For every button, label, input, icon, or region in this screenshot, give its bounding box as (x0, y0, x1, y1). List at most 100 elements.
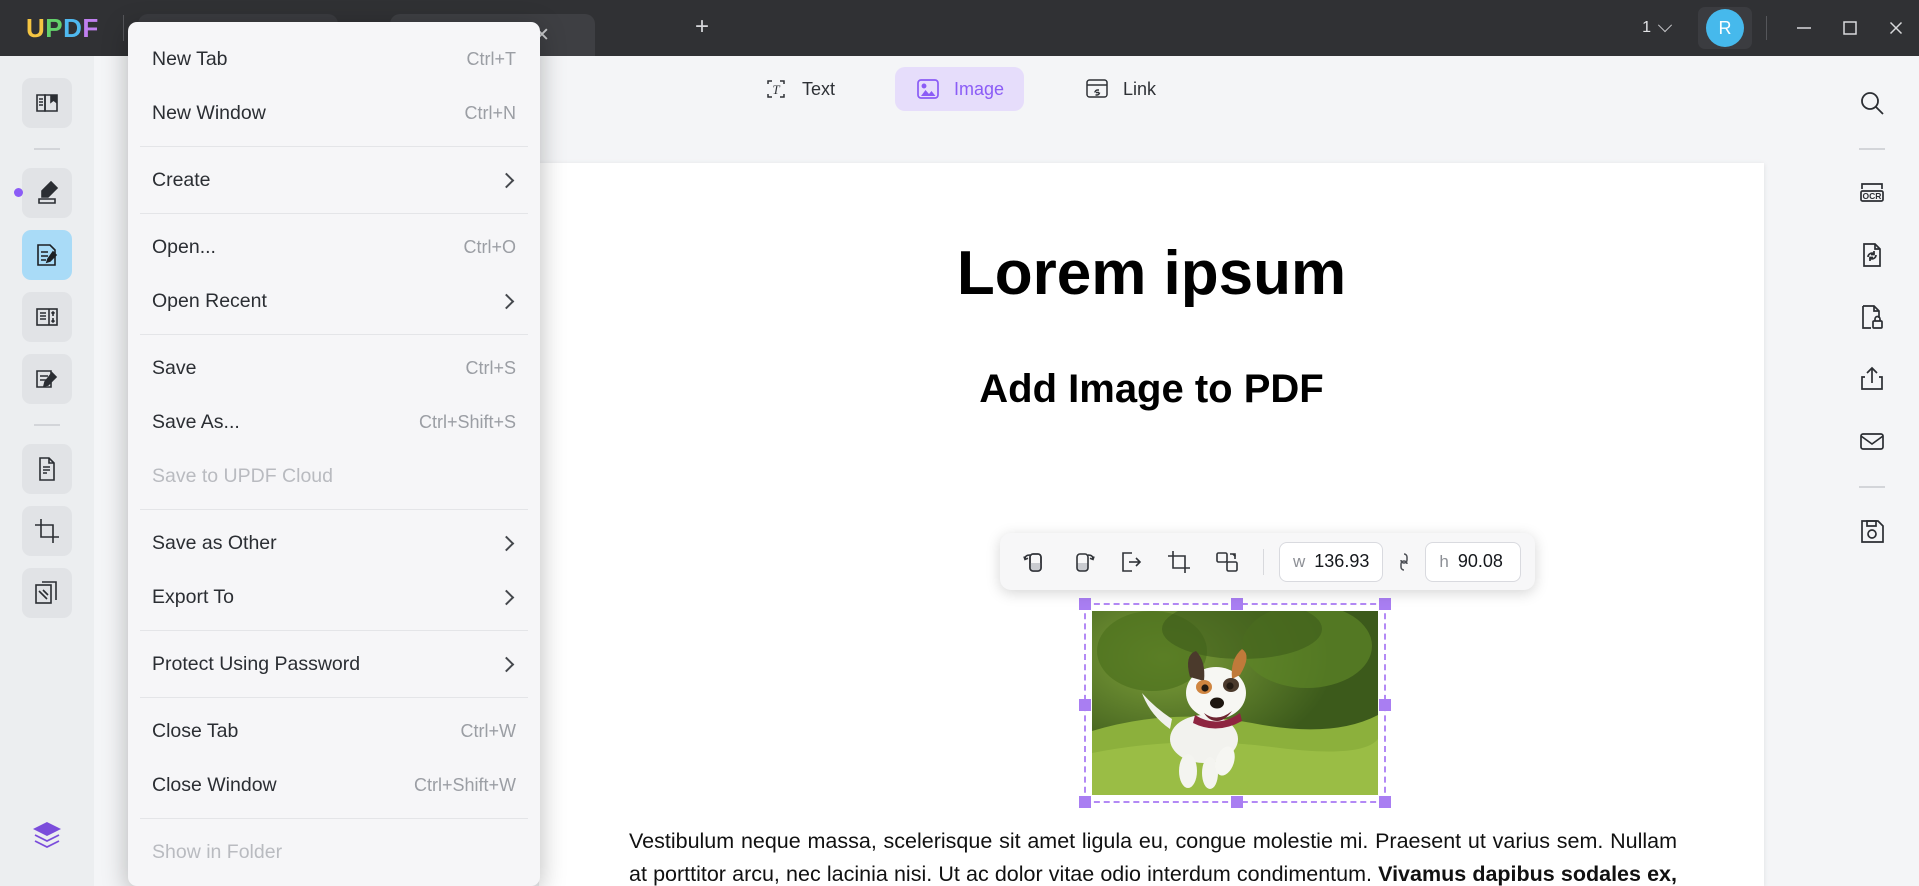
menu-divider (140, 509, 528, 510)
tool-image-label: Image (953, 78, 1004, 99)
width-label: w (1293, 551, 1306, 571)
menu-item-save[interactable]: Save Ctrl+S (128, 341, 540, 395)
menu-item-shortcut: Ctrl+W (460, 720, 517, 741)
extract-image-icon[interactable] (1110, 541, 1152, 583)
convert-icon[interactable] (1847, 230, 1897, 280)
menu-item-label: Save to UPDF Cloud (152, 464, 333, 487)
image-width-field[interactable]: w 136.93 (1279, 541, 1384, 582)
menu-item-close-tab[interactable]: Close Tab Ctrl+W (128, 704, 540, 758)
tool-image[interactable]: Image (894, 67, 1024, 111)
image-height-field[interactable]: h 90.08 (1425, 541, 1522, 582)
crop-icon[interactable] (1158, 541, 1200, 583)
menu-item-label: Save as Other (152, 531, 277, 554)
resize-handle-e[interactable] (1379, 699, 1391, 711)
sidebar-active-indicator (14, 188, 23, 197)
menu-item-create[interactable]: Create (128, 153, 540, 207)
menu-item-label: Create (152, 168, 211, 191)
rail-divider-2 (34, 424, 60, 426)
chain-link-icon[interactable] (1389, 551, 1419, 573)
protect-lock-icon[interactable] (1847, 292, 1897, 342)
menu-divider (140, 334, 528, 335)
resize-handle-nw[interactable] (1079, 598, 1091, 610)
menu-item-protect-using-password[interactable]: Protect Using Password (128, 637, 540, 691)
search-icon[interactable] (1847, 78, 1897, 128)
menu-item-label: Close Tab (152, 719, 239, 742)
file-menu: New Tab Ctrl+T New Window Ctrl+N Create Open.… (128, 22, 540, 886)
resize-handle-w[interactable] (1079, 699, 1091, 711)
rotate-left-icon[interactable] (1014, 541, 1056, 583)
rotate-right-icon[interactable] (1062, 541, 1104, 583)
sidebar-item-crop-page[interactable] (22, 506, 72, 556)
avatar: R (1706, 9, 1744, 47)
menu-item-label: New Tab (152, 47, 228, 70)
sidebar-item-fill-sign[interactable] (22, 354, 72, 404)
sidebar-item-reader[interactable] (22, 78, 72, 128)
menu-item-close-window[interactable]: Close Window Ctrl+Shift+W (128, 758, 540, 812)
menu-item-show-in-folder: Show in Folder (128, 825, 540, 879)
menu-item-new-window[interactable]: New Window Ctrl+N (128, 86, 540, 140)
svg-text:OCR: OCR (1863, 191, 1882, 201)
menu-item-label: Save (152, 356, 197, 379)
titlebar-divider (122, 15, 124, 41)
menu-divider (140, 818, 528, 819)
sidebar-item-comment[interactable] (22, 168, 72, 218)
menu-item-shortcut: Ctrl+T (466, 48, 517, 69)
menu-item-label: Export To (152, 585, 235, 608)
resize-handle-se[interactable] (1379, 796, 1391, 808)
resize-handle-s[interactable] (1231, 796, 1243, 808)
save-disk-icon[interactable] (1847, 506, 1897, 556)
menu-item-save-as-other[interactable]: Save as Other (128, 516, 540, 570)
share-icon[interactable] (1847, 354, 1897, 404)
updf-window: U P D F * ✕ + 1 R (0, 0, 1919, 886)
minimize-icon[interactable] (1781, 0, 1827, 56)
menu-divider (140, 630, 528, 631)
selected-image-container[interactable] (1079, 598, 1391, 808)
updf-logo: U P D F (26, 13, 99, 44)
image-selection-box (1079, 598, 1391, 808)
chevron-right-icon (498, 535, 515, 551)
menu-item-shortcut: Ctrl+Shift+S (418, 411, 516, 432)
resize-handle-n[interactable] (1231, 598, 1243, 610)
account-button[interactable]: R (1698, 7, 1752, 49)
toolbar-divider (1263, 548, 1264, 575)
height-label: h (1439, 551, 1449, 571)
logo-letter-u: U (26, 12, 46, 43)
email-icon[interactable] (1847, 416, 1897, 466)
menu-item-new-tab[interactable]: New Tab Ctrl+T (128, 32, 540, 86)
chevron-down-icon (1657, 18, 1673, 33)
image-edit-toolbar: w 136.93 h 90.08 (1000, 533, 1536, 590)
menu-item-shortcut: Ctrl+N (464, 102, 516, 123)
maximize-icon[interactable] (1827, 0, 1873, 56)
menu-item-open[interactable]: Open... Ctrl+O (128, 220, 540, 274)
rail-divider (34, 148, 60, 150)
sidebar-item-organize-pages[interactable] (22, 292, 72, 342)
right-rail-divider-2 (1859, 486, 1885, 488)
menu-item-save-as[interactable]: Save As... Ctrl+Shift+S (128, 395, 540, 449)
menu-item-export-to[interactable]: Export To (128, 570, 540, 624)
pdf-page[interactable]: Lorem ipsum Add Image to PDF Vestibulum … (539, 163, 1764, 886)
page-count-value: 1 (1642, 19, 1651, 36)
titlebar-divider-2 (1766, 16, 1767, 40)
chevron-right-icon (498, 293, 515, 309)
chevron-right-icon (498, 172, 515, 188)
menu-item-label: New Window (152, 101, 266, 124)
resize-handle-sw[interactable] (1079, 796, 1091, 808)
ocr-icon[interactable]: OCR (1847, 168, 1897, 218)
close-window-icon[interactable] (1873, 0, 1919, 56)
menu-item-open-recent[interactable]: Open Recent (128, 274, 540, 328)
right-sidebar: OCR (1825, 56, 1919, 886)
tool-link[interactable]: Link (1064, 67, 1176, 111)
plus-icon[interactable]: + (688, 13, 716, 41)
height-value: 90.08 (1457, 551, 1503, 571)
menu-item-shortcut: Ctrl+S (465, 357, 516, 378)
tool-text[interactable]: T Text (743, 67, 855, 111)
resize-handle-ne[interactable] (1379, 598, 1391, 610)
sidebar-item-compare[interactable] (22, 568, 72, 618)
sidebar-item-edit-pdf[interactable] (22, 230, 72, 280)
sidebar-item-tools[interactable] (22, 810, 72, 860)
page-count-selector[interactable]: 1 (1632, 18, 1680, 37)
sidebar-item-convert[interactable] (22, 444, 72, 494)
replace-image-icon[interactable] (1206, 541, 1248, 583)
document-paragraph[interactable]: Vestibulum neque massa, scelerisque sit … (629, 825, 1677, 886)
menu-item-label: Close Window (152, 773, 277, 796)
